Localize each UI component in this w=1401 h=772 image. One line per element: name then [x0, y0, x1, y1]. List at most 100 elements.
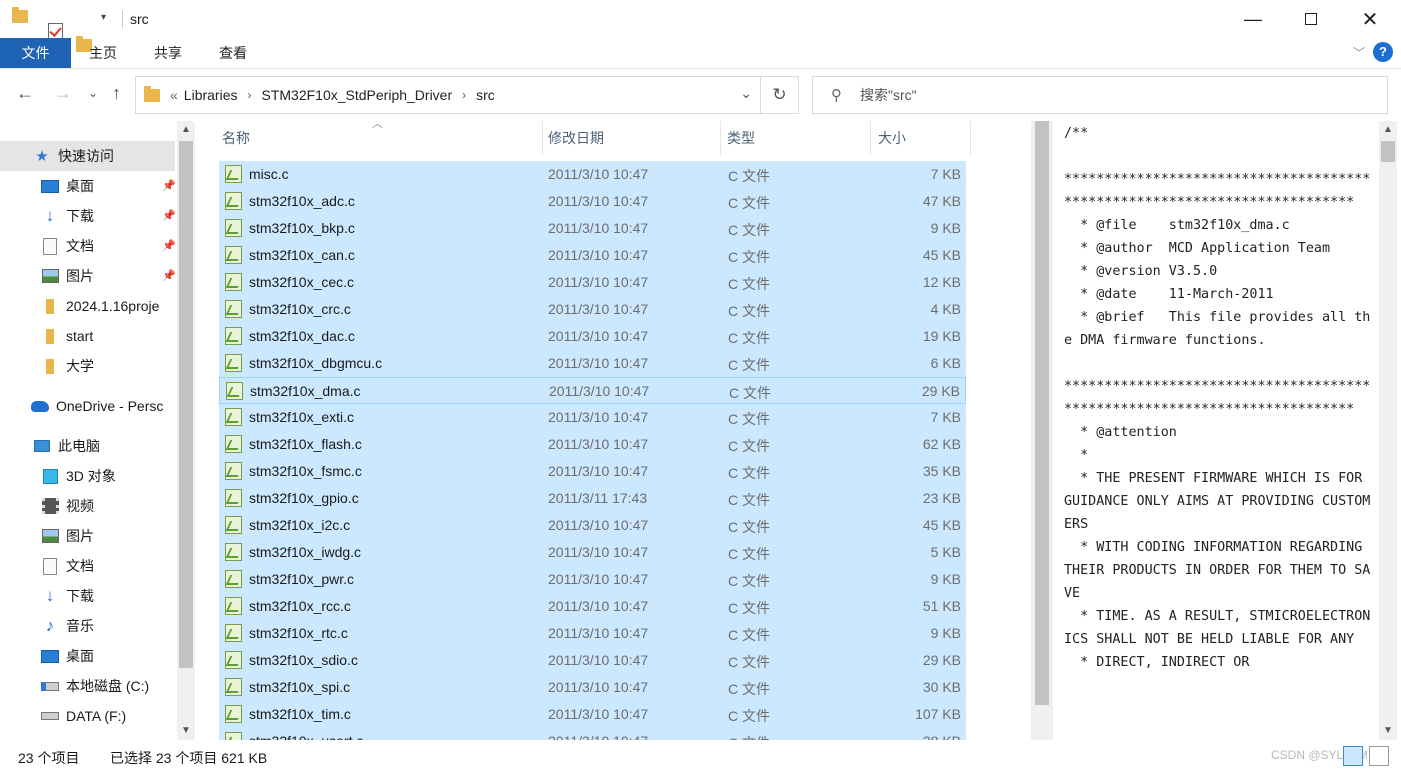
file-row[interactable]: stm32f10x_cec.c 2011/3/10 10:47 C 文件 12 KB — [219, 269, 966, 296]
tab-file[interactable]: 文件 — [0, 38, 71, 68]
file-row[interactable]: stm32f10x_i2c.c 2011/3/10 10:47 C 文件 45 KB — [219, 512, 966, 539]
breadcrumb-chevron-icon[interactable]: › — [462, 88, 466, 102]
file-row[interactable]: stm32f10x_sdio.c 2011/3/10 10:47 C 文件 29 KB — [219, 647, 966, 674]
breadcrumb-overflow[interactable]: « — [170, 87, 178, 103]
tab-share[interactable]: 共享 — [143, 38, 193, 68]
back-arrow-icon[interactable]: ← — [16, 83, 34, 104]
column-divider[interactable] — [970, 121, 971, 155]
file-row[interactable]: stm32f10x_tim.c 2011/3/10 10:47 C 文件 107 KB — [219, 701, 966, 728]
preview-scroll-thumb[interactable] — [1381, 141, 1395, 162]
recent-locations-chevron-icon[interactable]: ⌄ — [88, 86, 98, 100]
customize-dropdown-icon[interactable]: ▾ — [101, 12, 106, 23]
nav-item-downloads[interactable]: ↓ 下载 📌 — [0, 201, 175, 231]
up-arrow-icon[interactable]: ↑ — [112, 83, 121, 104]
file-row[interactable]: stm32f10x_rcc.c 2011/3/10 10:47 C 文件 51 KB — [219, 593, 966, 620]
nav-item-downloads-pc[interactable]: ↓ 下载 — [0, 581, 175, 611]
file-row[interactable]: stm32f10x_fsmc.c 2011/3/10 10:47 C 文件 35 KB — [219, 458, 966, 485]
forward-arrow-icon[interactable]: → — [54, 83, 72, 104]
nav-item-folder-project[interactable]: 2024.1.16proje — [0, 291, 175, 321]
scroll-up-icon[interactable]: ▲ — [177, 121, 195, 139]
file-row[interactable]: misc.c 2011/3/10 10:47 C 文件 7 KB — [219, 161, 966, 188]
file-row[interactable]: stm32f10x_adc.c 2011/3/10 10:47 C 文件 47 KB — [219, 188, 966, 215]
nav-item-quick-access[interactable]: ★ 快速访问 — [0, 141, 175, 171]
nav-item-desktop-pc[interactable]: 桌面 — [0, 641, 175, 671]
properties-icon[interactable] — [48, 23, 63, 39]
file-row[interactable]: stm32f10x_gpio.c 2011/3/11 17:43 C 文件 23 KB — [219, 485, 966, 512]
file-row[interactable]: stm32f10x_exti.c 2011/3/10 10:47 C 文件 7 KB — [219, 404, 966, 431]
file-row[interactable]: stm32f10x_pwr.c 2011/3/10 10:47 C 文件 9 KB — [219, 566, 966, 593]
scroll-down-icon[interactable]: ▼ — [177, 722, 195, 740]
file-row[interactable]: stm32f10x_bkp.c 2011/3/10 10:47 C 文件 9 KB — [219, 215, 966, 242]
nav-item-documents[interactable]: 文档 📌 — [0, 231, 175, 261]
file-row[interactable]: stm32f10x_spi.c 2011/3/10 10:47 C 文件 30 KB — [219, 674, 966, 701]
nav-item-videos[interactable]: 视频 — [0, 491, 175, 521]
c-file-icon — [225, 678, 242, 696]
nav-scroll-thumb[interactable] — [179, 141, 193, 668]
column-header-name[interactable]: 名称 — [222, 121, 250, 155]
help-icon[interactable]: ? — [1373, 42, 1393, 62]
file-row[interactable]: stm32f10x_dbgmcu.c 2011/3/10 10:47 C 文件 6 K… — [219, 350, 966, 377]
minimize-icon[interactable]: — — [1224, 0, 1282, 38]
title-bar: ▾ src — ✕ — [0, 0, 1401, 52]
nav-item-drive-f[interactable]: DATA (F:) — [0, 701, 175, 731]
column-header-type[interactable]: 类型 — [727, 121, 755, 155]
file-type: C 文件 — [728, 222, 770, 238]
scroll-up-icon[interactable]: ▲ — [1379, 121, 1397, 139]
file-row[interactable]: stm32f10x_rtc.c 2011/3/10 10:47 C 文件 9 KB — [219, 620, 966, 647]
nav-item-pictures-pc[interactable]: 图片 — [0, 521, 175, 551]
column-header-size[interactable]: 大小 — [878, 121, 906, 155]
column-divider[interactable] — [870, 121, 871, 155]
preview-scrollbar[interactable]: ▲ ▼ — [1379, 121, 1397, 740]
nav-item-pictures[interactable]: 图片 📌 — [0, 261, 175, 291]
expand-ribbon-chevron-icon[interactable]: ﹀ — [1353, 44, 1365, 61]
column-divider[interactable] — [720, 121, 721, 155]
nav-scrollbar[interactable]: ▲ ▼ — [177, 121, 195, 740]
tab-home[interactable]: 主页 — [78, 38, 128, 68]
breadcrumb-src[interactable]: src — [476, 87, 495, 103]
pin-icon[interactable]: 📌 — [162, 179, 175, 192]
file-row[interactable]: stm32f10x_crc.c 2011/3/10 10:47 C 文件 4 KB — [219, 296, 966, 323]
nav-item-onedrive[interactable]: OneDrive - Persc — [0, 391, 175, 421]
pin-icon[interactable]: 📌 — [162, 269, 175, 282]
folder-icon[interactable] — [12, 7, 28, 23]
c-file-icon — [225, 516, 242, 534]
search-input[interactable] — [860, 87, 1340, 103]
file-row[interactable]: stm32f10x_iwdg.c 2011/3/10 10:47 C 文件 5 KB — [219, 539, 966, 566]
details-view-icon[interactable] — [1343, 746, 1363, 766]
file-type: C 文件 — [728, 411, 770, 427]
search-box[interactable]: ⚲ — [812, 76, 1388, 114]
scroll-down-icon[interactable]: ▼ — [1379, 722, 1397, 740]
close-icon[interactable]: ✕ — [1341, 0, 1399, 38]
preview-pane-splitter[interactable] — [1031, 121, 1053, 740]
refresh-icon[interactable]: ↻ — [761, 76, 799, 114]
file-row[interactable]: stm32f10x_flash.c 2011/3/10 10:47 C 文件 62 K… — [219, 431, 966, 458]
breadcrumb-chevron-icon[interactable]: › — [248, 88, 252, 102]
breadcrumb-driver[interactable]: STM32F10x_StdPeriph_Driver — [262, 87, 453, 103]
nav-item-this-pc[interactable]: 此电脑 — [0, 431, 175, 461]
nav-item-drive-c[interactable]: 本地磁盘 (C:) — [0, 671, 175, 701]
file-size: 51 KB — [922, 598, 961, 614]
file-size: 19 KB — [922, 328, 961, 344]
breadcrumb-libraries[interactable]: Libraries — [184, 87, 238, 103]
maximize-icon[interactable] — [1282, 0, 1340, 38]
nav-item-folder-university[interactable]: 大学 — [0, 351, 175, 381]
address-dropdown-icon[interactable]: ⌄ — [740, 85, 752, 102]
file-row[interactable]: stm32f10x_dac.c 2011/3/10 10:47 C 文件 19 KB — [219, 323, 966, 350]
nav-item-music[interactable]: ♪ 音乐 — [0, 611, 175, 641]
column-divider[interactable] — [542, 121, 543, 155]
file-row[interactable]: stm32f10x_dma.c 2011/3/10 10:47 C 文件 29 KB — [219, 377, 966, 404]
large-icons-view-icon[interactable] — [1369, 746, 1389, 766]
nav-item-3d-objects[interactable]: 3D 对象 — [0, 461, 175, 491]
nav-item-folder-start[interactable]: start — [0, 321, 175, 351]
file-list-scroll-thumb[interactable] — [1035, 121, 1049, 705]
file-type: C 文件 — [728, 600, 770, 616]
nav-item-documents-pc[interactable]: 文档 — [0, 551, 175, 581]
column-header-date[interactable]: 修改日期 — [548, 121, 604, 155]
file-row[interactable]: stm32f10x_usart.c 2011/3/10 10:47 C 文件 38 K… — [219, 728, 966, 740]
address-bar[interactable]: « Libraries › STM32F10x_StdPeriph_Driver… — [135, 76, 761, 114]
file-row[interactable]: stm32f10x_can.c 2011/3/10 10:47 C 文件 45 KB — [219, 242, 966, 269]
pin-icon[interactable]: 📌 — [162, 239, 175, 252]
tab-view[interactable]: 查看 — [208, 38, 258, 68]
nav-item-desktop[interactable]: 桌面 📌 — [0, 171, 175, 201]
pin-icon[interactable]: 📌 — [162, 209, 175, 222]
